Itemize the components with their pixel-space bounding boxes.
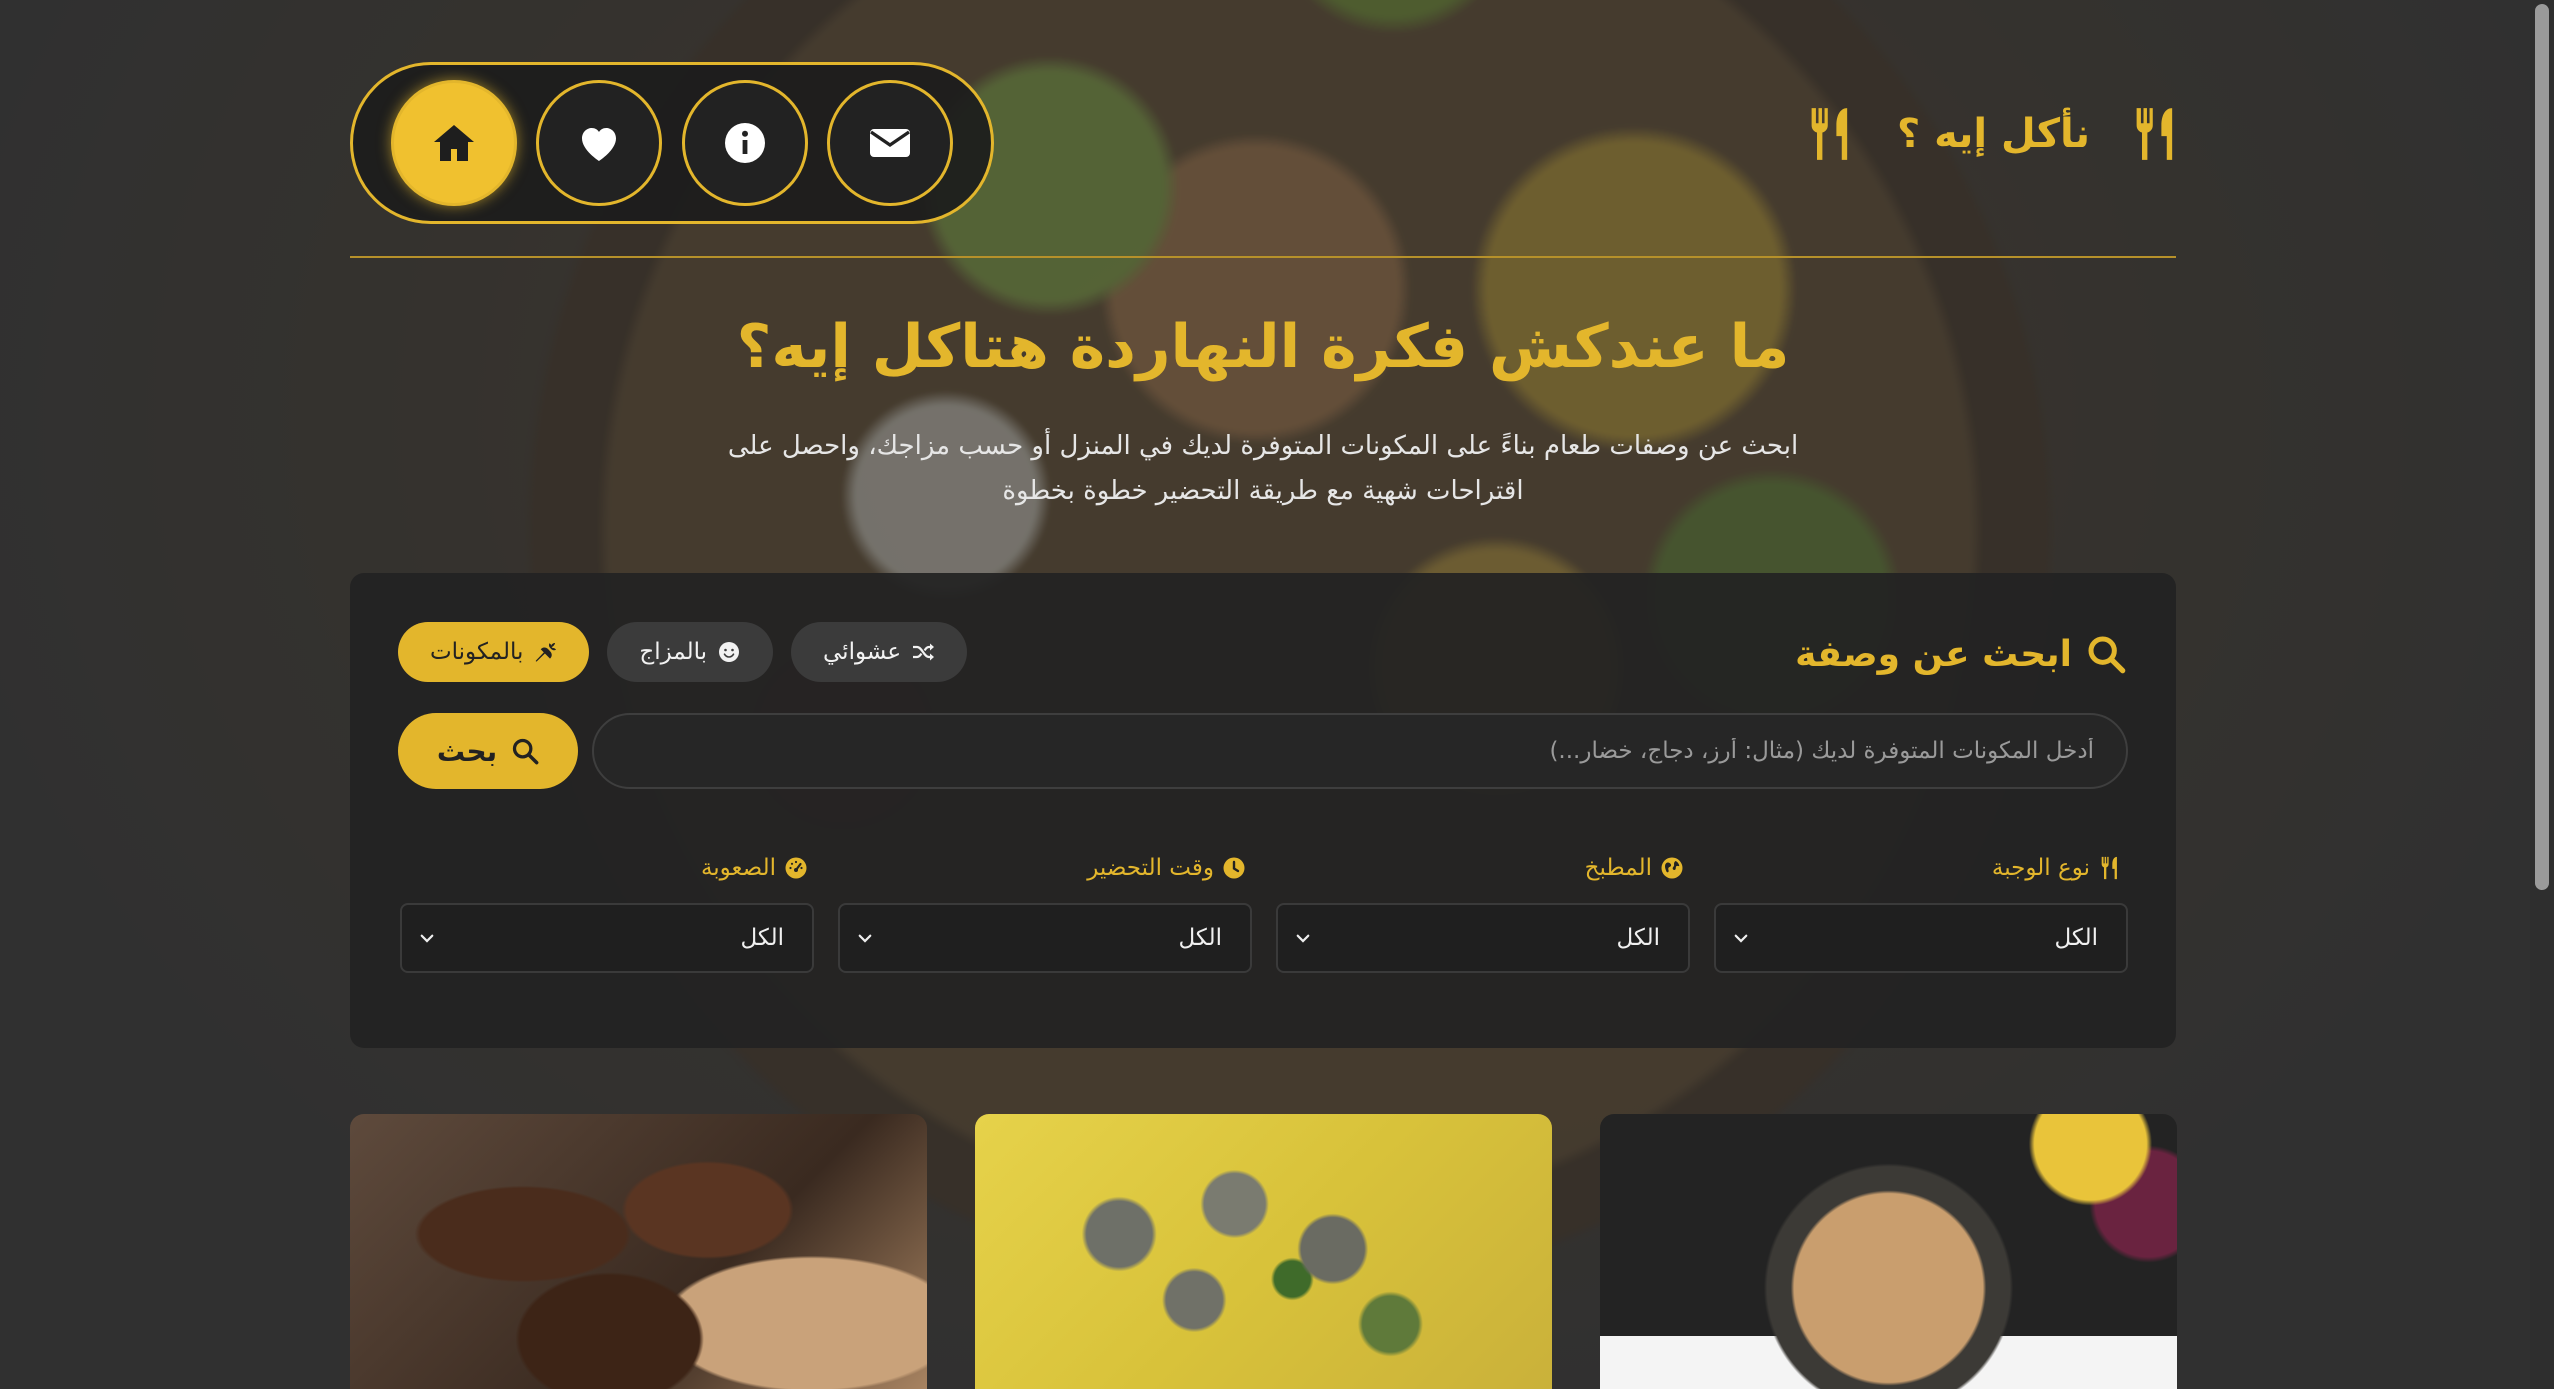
filter-meal-type-label: نوع الوجبة: [1991, 855, 2090, 881]
brand-logo[interactable]: نأكل إيه ؟: [1805, 104, 2182, 164]
recipe-image-mansaf: [975, 1114, 1552, 1389]
gauge-icon: [785, 857, 807, 879]
carrot-icon: [536, 642, 557, 662]
nav-home-button[interactable]: [390, 80, 517, 206]
home-icon: [433, 125, 474, 161]
search-panel: ابحث عن وصفة بالمكونات بالمزاج عشوائي بح…: [350, 573, 2176, 1048]
recipe-card[interactable]: [350, 1114, 927, 1389]
main-nav: [350, 62, 994, 224]
filter-meal-type-label-row: نوع الوجبة: [1714, 853, 2128, 883]
filter-prep-time-label-row: وقت التحضير: [838, 853, 1252, 883]
heart-icon: [582, 128, 617, 161]
mode-mood-label: بالمزاج: [639, 639, 708, 665]
recipe-card[interactable]: [1600, 1114, 2177, 1389]
recipe-image-stroganoff: [1600, 1114, 2177, 1389]
mode-random-label: عشوائي: [823, 639, 902, 665]
globe-icon: [1661, 857, 1683, 879]
difficulty-select[interactable]: الكل: [400, 903, 814, 973]
smile-icon: [719, 642, 740, 662]
nav-contact-button[interactable]: [827, 80, 954, 206]
utensils-icon: [2136, 108, 2173, 160]
mode-random-button[interactable]: عشوائي: [791, 622, 968, 682]
chevron-down-icon: [1734, 934, 1748, 943]
filter-cuisine: المطبخ الكل: [1276, 853, 1690, 973]
difficulty-value: الكل: [740, 925, 784, 951]
ingredients-search-input[interactable]: [592, 713, 2128, 789]
search-panel-title-text: ابحث عن وصفة: [1795, 633, 2072, 675]
recipe-card[interactable]: [975, 1114, 1552, 1389]
filter-difficulty: الصعوبة الكل: [400, 853, 814, 973]
envelope-icon: [870, 129, 911, 157]
hero-subtitle: ابحث عن وصفات طعام بناءً على المكونات ال…: [727, 431, 1799, 506]
filter-prep-time: وقت التحضير الكل: [838, 853, 1252, 973]
search-panel-title: ابحث عن وصفة: [1795, 627, 2126, 681]
search-icon: [513, 738, 539, 765]
filter-cuisine-label-row: المطبخ: [1276, 853, 1690, 883]
search-button-label: بحث: [436, 734, 498, 768]
meal-type-value: الكل: [2054, 925, 2098, 951]
scrollbar-thumb[interactable]: [2535, 4, 2549, 890]
filter-difficulty-label: الصعوبة: [700, 855, 776, 881]
filter-difficulty-label-row: الصعوبة: [400, 853, 814, 883]
hero-title: ما عندكش فكرة النهاردة هتاكل إيه؟: [736, 312, 1790, 382]
mode-ingredients-button[interactable]: بالمكونات: [398, 622, 590, 682]
utensils-icon: [1811, 108, 1848, 160]
header-divider: [350, 256, 2176, 258]
shuffle-icon: [913, 643, 935, 661]
utensils-icon: [2101, 856, 2117, 880]
nav-favorites-button[interactable]: [536, 80, 663, 206]
chevron-down-icon: [420, 934, 434, 943]
cuisine-select[interactable]: الكل: [1276, 903, 1690, 973]
cuisine-value: الكل: [1616, 925, 1660, 951]
clock-icon: [1223, 857, 1245, 879]
brand-title: نأكل إيه ؟: [1896, 111, 2090, 157]
search-button[interactable]: بحث: [398, 713, 578, 789]
mode-mood-button[interactable]: بالمزاج: [607, 622, 774, 682]
recipe-image-brownies: [350, 1114, 927, 1389]
filter-cuisine-label: المطبخ: [1584, 855, 1652, 881]
chevron-down-icon: [1296, 934, 1310, 943]
page-scrollbar[interactable]: [2530, 0, 2554, 1389]
chevron-down-icon: [858, 934, 872, 943]
nav-about-button[interactable]: [681, 80, 808, 206]
mode-ingredients-label: بالمكونات: [430, 639, 524, 665]
prep-time-select[interactable]: الكل: [838, 903, 1252, 973]
search-icon: [2088, 636, 2126, 674]
filter-prep-time-label: وقت التحضير: [1087, 855, 1214, 881]
filter-meal-type: نوع الوجبة الكل: [1714, 853, 2128, 973]
search-mode-tabs: بالمكونات بالمزاج عشوائي: [398, 622, 968, 682]
prep-time-value: الكل: [1178, 925, 1222, 951]
meal-type-select[interactable]: الكل: [1714, 903, 2128, 973]
info-icon: [724, 123, 765, 163]
